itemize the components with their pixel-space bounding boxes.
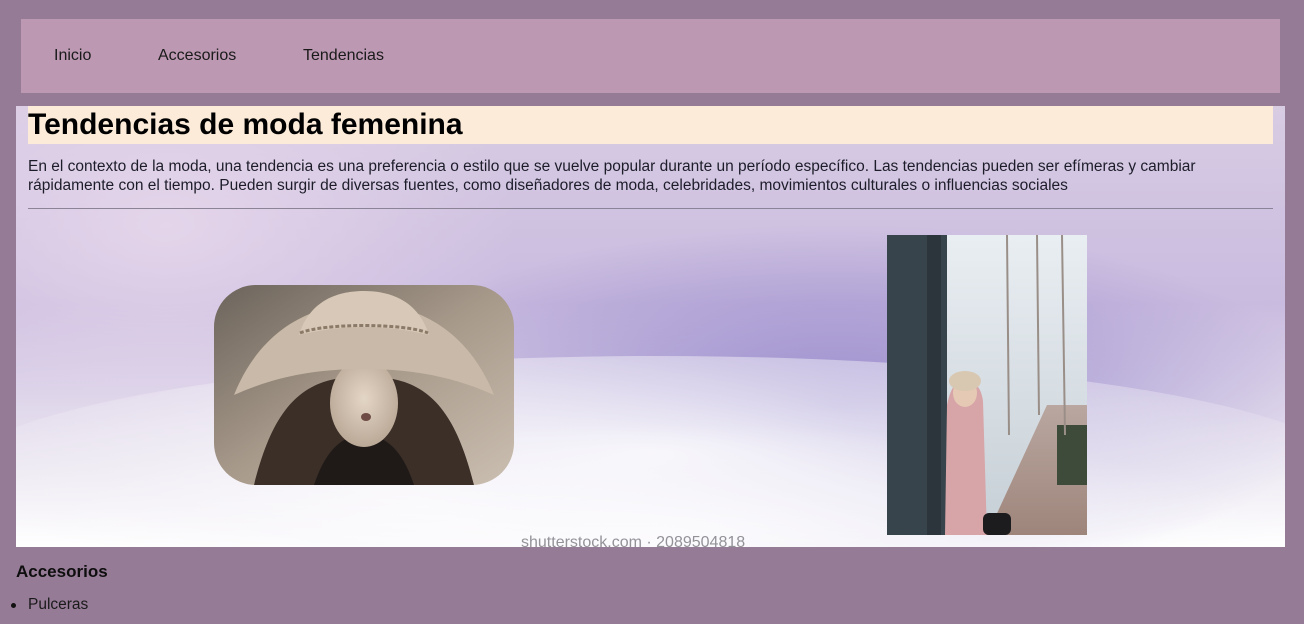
intro-paragraph: En el contexto de la moda, una tendencia… xyxy=(28,158,1196,194)
divider xyxy=(28,208,1273,209)
accessories-list: Pulceras xyxy=(11,596,89,614)
top-navigation: Inicio Accesorios Tendencias xyxy=(21,19,1280,93)
image-watermark: shutterstock.com · 2089504818 xyxy=(521,534,746,547)
trends-section: Tendencias de moda femenina En el contex… xyxy=(16,106,1285,547)
bullet-icon xyxy=(11,603,16,608)
page-title: Tendencias de moda femenina xyxy=(28,108,463,141)
accessories-heading: Accesorios xyxy=(16,562,108,581)
nav-link-tendencias[interactable]: Tendencias xyxy=(303,47,384,65)
list-item-label: Pulceras xyxy=(28,596,89,613)
hat-woman-photo xyxy=(214,285,514,485)
nav-link-accesorios[interactable]: Accesorios xyxy=(158,47,236,65)
nav-link-inicio[interactable]: Inicio xyxy=(54,47,91,65)
woman-street-photo xyxy=(887,235,1087,535)
list-item: Pulceras xyxy=(11,596,89,614)
background-wave xyxy=(16,356,1285,547)
